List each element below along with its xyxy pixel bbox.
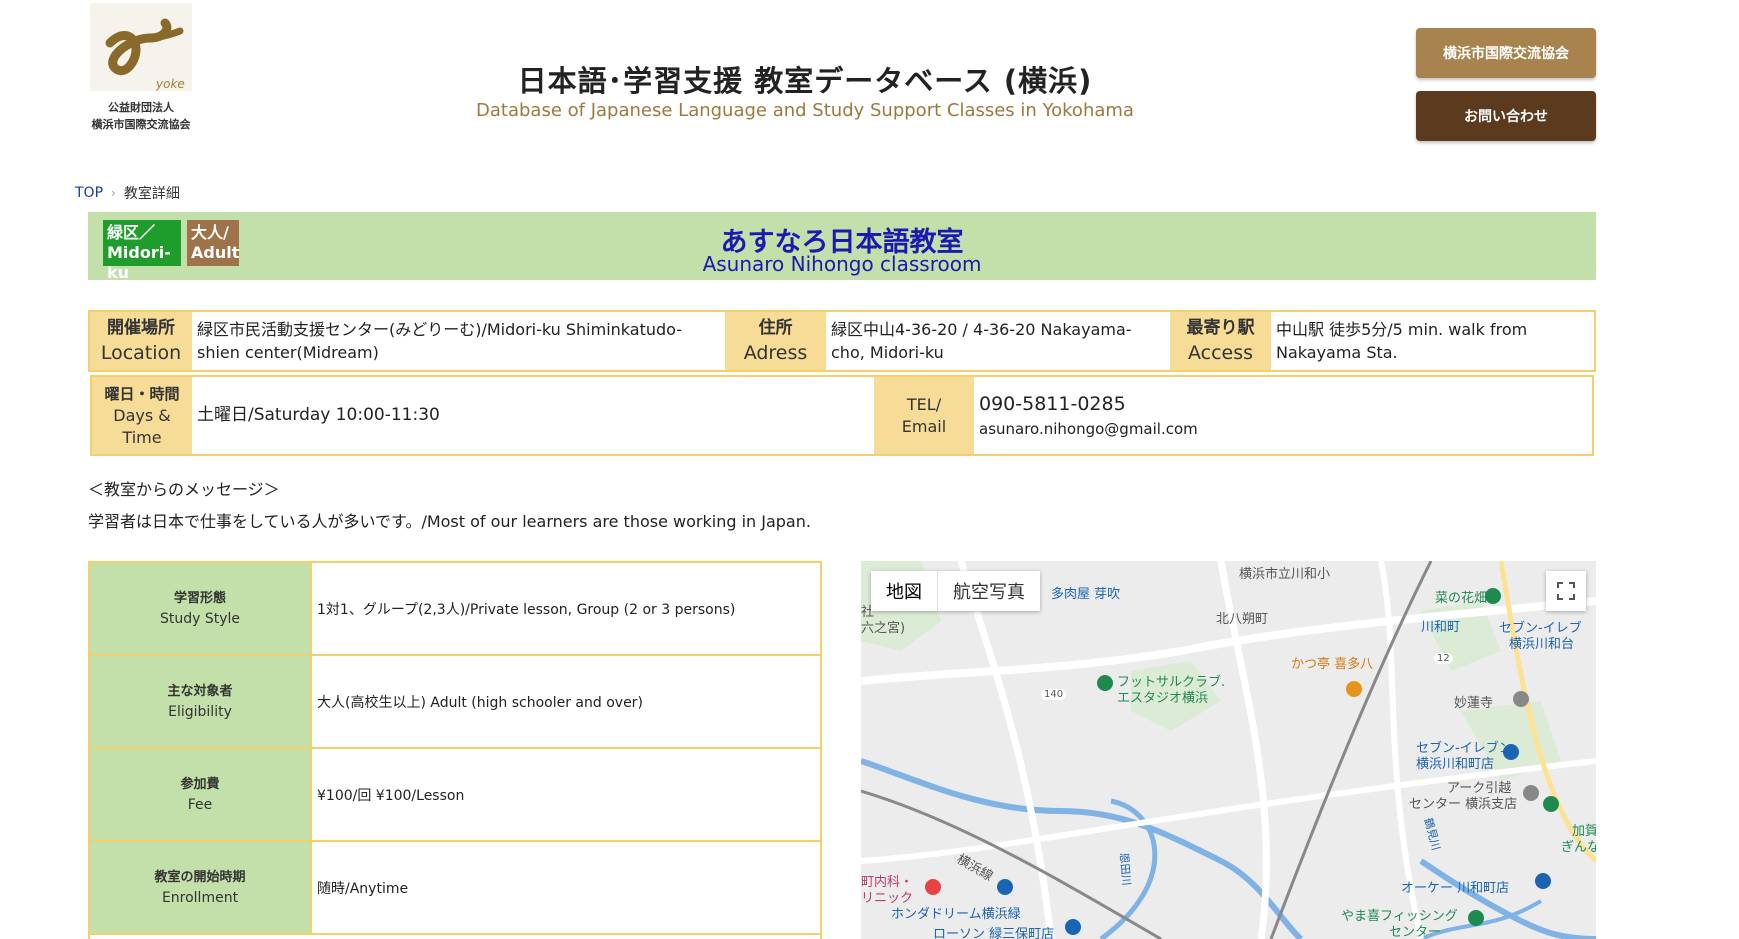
fee-label-ja: 参加費 (180, 776, 220, 792)
map-label: センター (1389, 925, 1442, 939)
address-label-en: Adress (743, 342, 808, 364)
map-label: 北八朔町 (1216, 612, 1269, 627)
map-tab-satellite[interactable]: 航空写真 (938, 571, 1040, 611)
message-heading: ＜教室からのメッセージ＞ (88, 480, 280, 499)
table-row: 参加費 Fee ¥100/回 ¥100/Lesson (90, 749, 820, 842)
email-value[interactable]: asunaro.nihongo@gmail.com (979, 418, 1587, 440)
station-label-en: Access (1187, 342, 1254, 364)
map-label: 多肉屋 芽吹 (1051, 587, 1121, 602)
logo-yoke-text: yoke (156, 77, 185, 91)
logo-caption-line2: 横浜市国際交流協会 (91, 118, 191, 131)
contact-value: 090-5811-0285 asunaro.nihongo@gmail.com (974, 377, 1592, 454)
location-label: 開催場所 Location (90, 312, 192, 370)
enrollment-label-en: Enrollment (161, 889, 239, 906)
table-row: 主な対象者 Eligibility 大人(高校生以上) Adult (high … (90, 656, 820, 749)
days-label-ja: 曜日・時間 (104, 384, 180, 403)
eligibility-label-ja: 主な対象者 (167, 683, 233, 699)
contact-button[interactable]: お問い合わせ (1416, 91, 1596, 141)
embedded-map[interactable]: 地図 航空写真 横浜市立川和小 菜の花畑 多肉屋 芽吹 北八朔町 川和町 セブン… (861, 561, 1596, 939)
tel-label: TEL/ (906, 394, 942, 414)
classroom-name-en: Asunaro Nihongo classroom (702, 252, 982, 276)
map-label: 横浜川和台 (1509, 637, 1575, 652)
enrollment-label: 教室の開始時期 Enrollment (90, 842, 310, 933)
map-label: センター 横浜支店 (1409, 797, 1518, 812)
eligibility-label: 主な対象者 Eligibility (90, 656, 310, 747)
station-value: 中山駅 徒歩5分/5 min. walk from Nakayama Sta. (1271, 312, 1594, 370)
address-value: 緑区中山4-36-20 / 4-36-20 Nakayama-cho, Mido… (826, 312, 1170, 370)
map-label: オーケー 川和町店 (1401, 881, 1510, 896)
address-label-ja: 住所 (758, 318, 793, 338)
detail-table: 学習形態 Study Style 1対1、グループ(2,3人)/Private … (88, 561, 822, 939)
station-label: 最寄り駅 Access (1170, 312, 1271, 370)
study-style-label-en: Study Style (159, 610, 241, 627)
table-row: 学習形態 Study Style 1対1、グループ(2,3人)/Private … (90, 563, 820, 656)
location-value: 緑区市民活動支援センター(みどりーむ)/Midori-ku Shiminkatu… (192, 312, 725, 370)
fee-value: ¥100/回 ¥100/Lesson (310, 749, 820, 840)
location-label-en: Location (100, 342, 182, 364)
info-table-row-2: 曜日・時間 Days & Time 土曜日/Saturday 10:00-11:… (90, 375, 1594, 456)
fullscreen-glyph (1557, 582, 1575, 600)
site-title: 日本語･学習支援 教室データベース (横浜) (517, 64, 1093, 98)
association-link-button[interactable]: 横浜市国際交流協会 (1416, 28, 1596, 78)
info-table-row-1: 開催場所 Location 緑区市民活動支援センター(みどりーむ)/Midori… (88, 310, 1596, 372)
eligibility-value: 大人(高校生以上) Adult (high schooler and over) (310, 656, 820, 747)
breadcrumb-top-link[interactable]: TOP (75, 185, 103, 201)
map-label: 140 (1041, 689, 1067, 700)
days-label: 曜日・時間 Days & Time (92, 377, 192, 454)
logo-caption: 公益財団法人 横浜市国際交流協会 (86, 99, 196, 133)
days-label-en: Days & Time (113, 405, 171, 447)
map-label: かつ亭 喜多八 (1291, 657, 1374, 672)
map-label: ローソン 緑三保町店 (933, 927, 1055, 939)
breadcrumb-current: 教室詳細 (123, 186, 180, 202)
fee-label: 参加費 Fee (90, 749, 310, 840)
logo-caption-line1: 公益財団法人 (108, 101, 174, 114)
fullscreen-icon[interactable] (1546, 571, 1586, 611)
map-label: ホンダドリーム横浜緑 (891, 907, 1021, 922)
table-row: 教室の開始時期 Enrollment 随時/Anytime (90, 842, 820, 935)
enrollment-value: 随時/Anytime (310, 842, 820, 933)
message-body: 学習者は日本で仕事をしている人が多いです。/Most of our learne… (88, 512, 811, 531)
map-label: 妙蓮寺 (1454, 696, 1494, 711)
station-label-ja: 最寄り駅 (1186, 318, 1255, 338)
study-style-value: 1対1、グループ(2,3人)/Private lesson, Group (2 … (310, 563, 820, 654)
map-label: 菜の花畑 (1435, 591, 1488, 606)
classroom-banner: 緑区／ Midori-ku 大人/ Adult あすなろ日本語教室 Asunar… (88, 212, 1596, 282)
map-label: 六之宮) (861, 621, 906, 636)
site-subtitle: Database of Japanese Language and Study … (476, 100, 1134, 121)
map-label: 12 (1434, 653, 1453, 664)
location-label-ja: 開催場所 (107, 318, 175, 338)
map-type-tabs: 地図 航空写真 (871, 571, 1040, 611)
site-logo[interactable]: yoke 公益財団法人 横浜市国際交流協会 (86, 3, 196, 135)
map-label: ぎんなん (1561, 840, 1596, 855)
map-tab-map[interactable]: 地図 (871, 571, 938, 611)
map-label: 横浜川和町店 (1416, 757, 1495, 772)
map-label: 横浜市立川和小 (1239, 567, 1331, 582)
breadcrumb: TOP › 教室詳細 (75, 183, 180, 203)
days-value: 土曜日/Saturday 10:00-11:30 (192, 377, 874, 454)
map-label: エスタジオ横浜 (1117, 691, 1209, 706)
study-style-label: 学習形態 Study Style (90, 563, 310, 654)
fee-label-en: Fee (187, 796, 213, 813)
address-label: 住所 Adress (725, 312, 826, 370)
breadcrumb-separator-icon: › (111, 186, 116, 200)
eligibility-label-en: Eligibility (168, 703, 232, 720)
contact-label: TEL/ Email (874, 377, 974, 454)
study-style-label-ja: 学習形態 (173, 590, 226, 606)
email-label: Email (901, 416, 947, 436)
tel-value[interactable]: 090-5811-0285 (979, 391, 1587, 418)
map-label: 恩田川 (1117, 852, 1133, 887)
map-label: 川和町 (1421, 620, 1461, 635)
enrollment-label-ja: 教室の開始時期 (154, 869, 246, 885)
